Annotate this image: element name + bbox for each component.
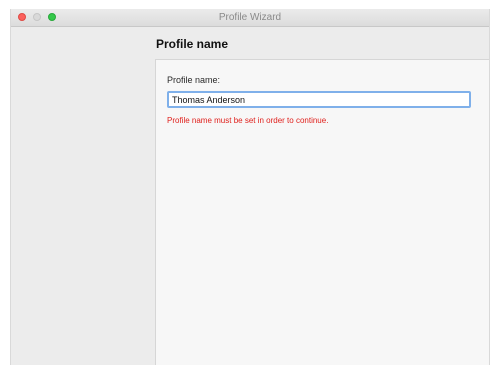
wizard-window: Profile Wizard Profile name Profile name… — [10, 9, 490, 365]
profile-name-input[interactable] — [167, 91, 471, 108]
wizard-sidebar — [11, 27, 151, 365]
profile-name-label: Profile name: — [167, 75, 221, 85]
window-title: Profile Wizard — [218, 12, 282, 23]
title-bar: Profile Wizard — [11, 9, 489, 27]
content-panel: Profile name: Profile name must be set i… — [155, 59, 489, 365]
page-title: Profile name — [156, 37, 229, 51]
validation-error: Profile name must be set in order to con… — [167, 116, 329, 125]
